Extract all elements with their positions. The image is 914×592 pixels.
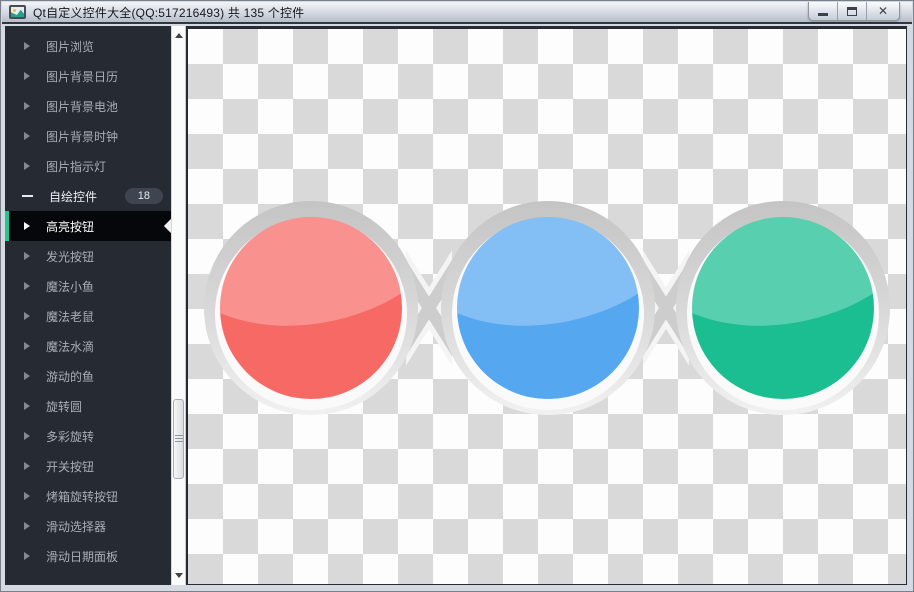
minimize-icon bbox=[818, 12, 828, 16]
count-badge: 18 bbox=[124, 188, 163, 204]
content-area: 图片浏览 图片背景日历 图片背景电池 图片背景时钟 图片指示灯 自绘控件 18 … bbox=[5, 26, 907, 585]
gloss-highlight bbox=[692, 217, 874, 352]
expand-arrow-icon bbox=[24, 282, 30, 290]
sidebar-item-label: 烤箱旋转按钮 bbox=[46, 489, 119, 504]
maximize-button[interactable] bbox=[838, 2, 867, 20]
sidebar-item-oven-knob[interactable]: 烤箱旋转按钮 bbox=[5, 481, 171, 511]
expand-arrow-icon bbox=[24, 312, 30, 320]
close-button[interactable]: ✕ bbox=[867, 2, 899, 20]
expand-arrow-icon bbox=[24, 162, 30, 170]
close-icon: ✕ bbox=[877, 4, 889, 18]
green-highlight-button[interactable] bbox=[676, 201, 890, 415]
expand-arrow-icon bbox=[24, 402, 30, 410]
thumb-grip-icon bbox=[174, 435, 183, 443]
expand-arrow-icon bbox=[24, 42, 30, 50]
red-highlight-button[interactable] bbox=[204, 201, 418, 415]
expand-arrow-icon bbox=[24, 492, 30, 500]
sidebar-scrollbar[interactable] bbox=[171, 26, 186, 585]
title-bar[interactable]: Qt自定义控件大全(QQ:517216493) 共 135 个控件 ✕ bbox=[2, 2, 912, 24]
gloss-highlight bbox=[220, 217, 402, 352]
sidebar-item-switch-button[interactable]: 开关按钮 bbox=[5, 451, 171, 481]
sidebar-group-label: 自绘控件 bbox=[49, 189, 98, 204]
sidebar-item-image-indicator[interactable]: 图片指示灯 bbox=[5, 151, 171, 181]
window-controls: ✕ bbox=[808, 2, 900, 21]
maximize-icon bbox=[847, 6, 857, 16]
app-window: Qt自定义控件大全(QQ:517216493) 共 135 个控件 ✕ 图片浏览… bbox=[0, 0, 914, 592]
sidebar-item-label: 滑动选择器 bbox=[46, 519, 107, 534]
sidebar-group-custom-widgets[interactable]: 自绘控件 18 bbox=[5, 181, 171, 211]
sidebar-tree: 图片浏览 图片背景日历 图片背景电池 图片背景时钟 图片指示灯 自绘控件 18 … bbox=[5, 26, 171, 585]
sidebar-item-label: 旋转圆 bbox=[46, 399, 83, 414]
sidebar-item-label: 图片指示灯 bbox=[46, 159, 107, 174]
window-title: Qt自定义控件大全(QQ:517216493) 共 135 个控件 bbox=[33, 5, 305, 20]
sidebar-item-magic-fish[interactable]: 魔法小鱼 bbox=[5, 271, 171, 301]
expand-arrow-icon bbox=[24, 342, 30, 350]
expand-arrow-icon bbox=[24, 72, 30, 80]
blue-highlight-button[interactable] bbox=[441, 201, 655, 415]
sidebar-item-magic-mouse[interactable]: 魔法老鼠 bbox=[5, 301, 171, 331]
picture-icon-sun bbox=[13, 9, 16, 12]
sidebar-item-label: 高亮按钮 bbox=[46, 219, 95, 234]
sidebar-item-colorful-rotate[interactable]: 多彩旋转 bbox=[5, 421, 171, 451]
collapse-minus-icon bbox=[22, 195, 33, 197]
sidebar-item-label: 滑动日期面板 bbox=[46, 549, 119, 564]
sidebar-item-label: 魔法小鱼 bbox=[46, 279, 95, 294]
red-button-face bbox=[220, 217, 402, 399]
sidebar-item-label: 魔法老鼠 bbox=[46, 309, 95, 324]
expand-arrow-icon bbox=[24, 432, 30, 440]
sidebar-item-label: 魔法水滴 bbox=[46, 339, 95, 354]
scrollbar-thumb[interactable] bbox=[173, 399, 184, 479]
scroll-up-icon[interactable] bbox=[174, 33, 183, 38]
sidebar-item-image-calendar[interactable]: 图片背景日历 bbox=[5, 61, 171, 91]
sidebar-item-swimming-fish[interactable]: 游动的鱼 bbox=[5, 361, 171, 391]
sidebar-item-label: 多彩旋转 bbox=[46, 429, 95, 444]
gloss-highlight bbox=[457, 217, 639, 352]
blue-button-face bbox=[457, 217, 639, 399]
selection-diamond-icon bbox=[163, 218, 171, 234]
minimize-button[interactable] bbox=[809, 2, 838, 20]
sidebar-item-label: 图片背景日历 bbox=[46, 69, 119, 84]
scroll-down-icon[interactable] bbox=[174, 573, 183, 578]
expand-arrow-icon bbox=[24, 222, 30, 230]
sidebar-item-label: 游动的鱼 bbox=[46, 369, 95, 384]
expand-arrow-icon bbox=[24, 522, 30, 530]
expand-arrow-icon bbox=[24, 552, 30, 560]
sidebar-item-highlight-button[interactable]: 高亮按钮 bbox=[5, 211, 171, 241]
expand-arrow-icon bbox=[24, 102, 30, 110]
sidebar-item-image-clock[interactable]: 图片背景时钟 bbox=[5, 121, 171, 151]
expand-arrow-icon bbox=[24, 462, 30, 470]
sidebar-item-slide-selector[interactable]: 滑动选择器 bbox=[5, 511, 171, 541]
expand-arrow-icon bbox=[24, 252, 30, 260]
sidebar-item-label: 图片背景时钟 bbox=[46, 129, 119, 144]
sidebar-item-magic-drop[interactable]: 魔法水滴 bbox=[5, 331, 171, 361]
sidebar-item-label: 发光按钮 bbox=[46, 249, 95, 264]
expand-arrow-icon bbox=[24, 132, 30, 140]
sidebar-item-image-battery[interactable]: 图片背景电池 bbox=[5, 91, 171, 121]
selection-accent-bar bbox=[5, 211, 9, 241]
sidebar-item-slide-date-panel[interactable]: 滑动日期面板 bbox=[5, 541, 171, 571]
sidebar-item-label: 图片背景电池 bbox=[46, 99, 119, 114]
green-button-face bbox=[692, 217, 874, 399]
sidebar-item-label: 开关按钮 bbox=[46, 459, 95, 474]
app-icon bbox=[9, 5, 26, 19]
sidebar-item-image-browser[interactable]: 图片浏览 bbox=[5, 31, 171, 61]
expand-arrow-icon bbox=[24, 372, 30, 380]
sidebar-item-label: 图片浏览 bbox=[46, 39, 95, 54]
preview-canvas bbox=[188, 29, 906, 584]
sidebar-item-rotating-circle[interactable]: 旋转圆 bbox=[5, 391, 171, 421]
sidebar-item-glow-button[interactable]: 发光按钮 bbox=[5, 241, 171, 271]
